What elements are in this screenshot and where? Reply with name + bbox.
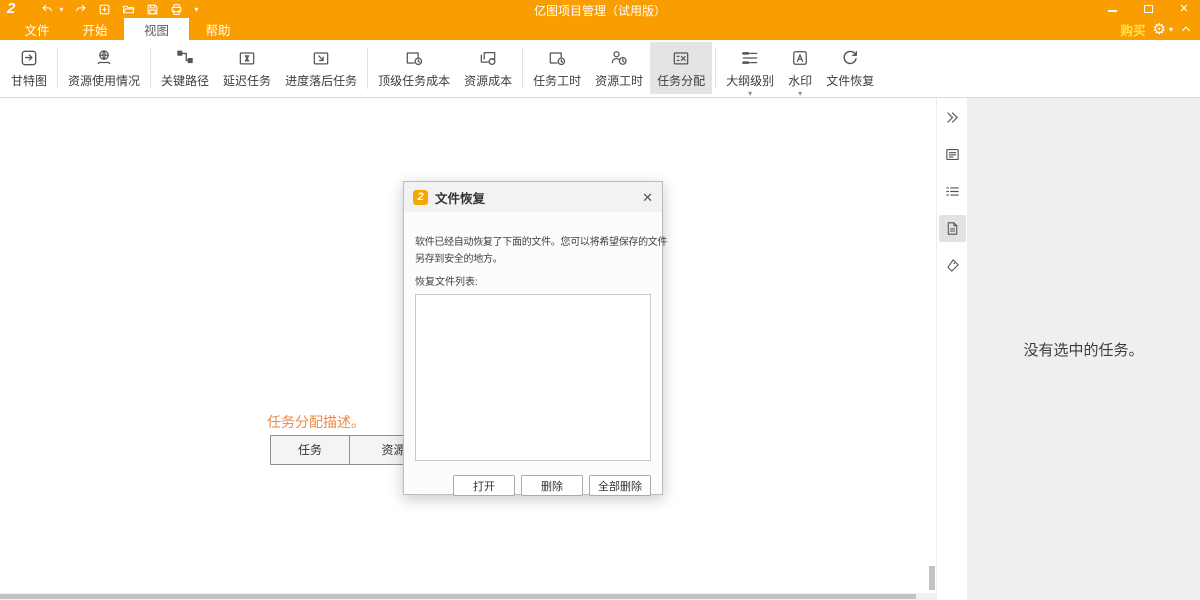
- ribbon-button-label: 文件恢复: [826, 72, 874, 89]
- bulleted-list-icon: [944, 183, 961, 200]
- dialog-message-line2: 另存到安全的地方。: [415, 251, 651, 268]
- tab-view[interactable]: 视图: [124, 18, 189, 40]
- buy-button[interactable]: 购买: [1121, 20, 1146, 39]
- tab-file[interactable]: 文件: [8, 18, 66, 40]
- minimize-icon: [1108, 10, 1117, 12]
- ribbon-button-delayed-tasks[interactable]: 延迟任务: [216, 42, 278, 94]
- ribbon-button-label: 资源工时: [595, 72, 643, 89]
- dialog-message-line1: 软件已经自动恢复了下面的文件。您可以将希望保存的文件: [415, 234, 651, 251]
- tab-help[interactable]: 帮助: [189, 18, 247, 40]
- behind-schedule-icon: [311, 48, 331, 68]
- info-card-icon: [944, 146, 961, 163]
- right-task-panel: 没有选中的任务。: [967, 98, 1200, 600]
- ribbon-button-critical-path[interactable]: 关键路径: [154, 42, 216, 94]
- ribbon-button-label: 关键路径: [161, 72, 209, 89]
- ribbon-button-behind-schedule-tasks[interactable]: 进度落后任务: [278, 42, 364, 94]
- panel-tab-format-brush[interactable]: [939, 252, 966, 279]
- app-logo-icon: 2: [413, 190, 428, 205]
- resource-hours-icon: [609, 48, 629, 68]
- delayed-tasks-icon: [237, 48, 257, 68]
- ribbon-button-label: 顶级任务成本: [378, 72, 450, 89]
- delete-button[interactable]: 删除: [521, 475, 583, 496]
- outline-level-icon: [740, 48, 760, 68]
- window-title: 亿图项目管理（试用版）: [0, 2, 1200, 19]
- maximize-icon: [1144, 5, 1153, 13]
- no-task-selected-message: 没有选中的任务。: [1023, 339, 1143, 360]
- close-button[interactable]: ✕: [1178, 3, 1190, 15]
- canvas-description-text[interactable]: 任务分配描述。: [267, 412, 365, 432]
- ribbon-button-watermark[interactable]: 水印 ▾: [781, 42, 819, 94]
- ribbon-tab-bar: 文件 开始 视图 帮助: [0, 18, 1200, 40]
- dropdown-caret-icon[interactable]: ▾: [748, 90, 752, 97]
- ribbon-button-top-task-cost[interactable]: 顶级任务成本: [371, 42, 457, 94]
- double-chevron-right-icon: [944, 109, 961, 126]
- ribbon-button-resource-hours[interactable]: 资源工时: [588, 42, 650, 94]
- dialog-header[interactable]: 2 文件恢复 ✕: [404, 182, 662, 212]
- recovery-list-label: 恢复文件列表:: [415, 273, 651, 288]
- ribbon-group-separator: [522, 48, 523, 89]
- ribbon-button-resource-usage[interactable]: 资源使用情况: [61, 42, 147, 94]
- ribbon-button-label: 任务工时: [533, 72, 581, 89]
- dialog-title: 文件恢复: [435, 188, 485, 207]
- collapse-ribbon-button[interactable]: [1180, 23, 1192, 35]
- panel-tab-list[interactable]: [939, 178, 966, 205]
- ribbon-group-separator: [715, 48, 716, 89]
- critical-path-icon: [175, 48, 195, 68]
- task-hours-icon: [547, 48, 567, 68]
- panel-tab-page[interactable]: [939, 215, 966, 242]
- chevron-up-icon: [1180, 23, 1192, 35]
- ribbon-button-resource-cost[interactable]: 资源成本: [457, 42, 519, 94]
- delete-all-button[interactable]: 全部删除: [589, 475, 651, 496]
- ribbon-button-outline-level[interactable]: 大纲级别 ▾: [719, 42, 781, 94]
- panel-tab-task-info[interactable]: [939, 141, 966, 168]
- titlebar: 2 ▾ ▾ 亿图项目管理（试用版）: [0, 0, 1200, 18]
- vertical-scrollbar-thumb[interactable]: [929, 566, 935, 590]
- ribbon-button-label: 大纲级别: [726, 72, 774, 89]
- dialog-close-button[interactable]: ✕: [642, 191, 653, 204]
- tab-home[interactable]: 开始: [66, 18, 124, 40]
- ribbon-button-label: 资源使用情况: [68, 72, 140, 89]
- ribbon-button-label: 任务分配: [657, 72, 705, 89]
- open-button[interactable]: 打开: [453, 475, 515, 496]
- ribbon-button-task-assignment[interactable]: 任务分配: [650, 42, 712, 94]
- ribbon-button-file-recovery[interactable]: 文件恢复: [819, 42, 881, 94]
- recovery-file-listbox[interactable]: [415, 294, 651, 461]
- ribbon-button-label: 甘特图: [11, 72, 47, 89]
- vertical-scrollbar[interactable]: [929, 98, 935, 593]
- ribbon-button-label: 水印: [788, 72, 812, 89]
- ribbon-button-gantt-chart[interactable]: 甘特图: [4, 42, 54, 94]
- top-task-cost-icon: [404, 48, 424, 68]
- right-icon-strip: [936, 98, 967, 600]
- ribbon-button-label: 延迟任务: [223, 72, 271, 89]
- horizontal-scrollbar[interactable]: [0, 593, 936, 600]
- watermark-icon: [790, 48, 810, 68]
- ribbon-group-separator: [150, 48, 151, 89]
- resource-usage-icon: [94, 48, 114, 68]
- horizontal-scrollbar-thumb[interactable]: [0, 594, 916, 599]
- ribbon-button-label: 资源成本: [464, 72, 512, 89]
- ribbon-button-task-hours[interactable]: 任务工时: [526, 42, 588, 94]
- page-document-icon: [944, 220, 961, 237]
- resource-cost-icon: [478, 48, 498, 68]
- maximize-button[interactable]: [1142, 3, 1154, 15]
- table-header-task[interactable]: 任务: [270, 435, 350, 465]
- minimize-button[interactable]: [1106, 3, 1118, 15]
- task-assignment-icon: [671, 48, 691, 68]
- gantt-icon: [19, 48, 39, 68]
- format-tag-icon: [944, 257, 961, 274]
- ribbon-toolbar: 甘特图 资源使用情况 关键路径 延迟任务 进度落后任务 顶级任务成本: [0, 40, 1200, 98]
- file-recovery-dialog: 2 文件恢复 ✕ 软件已经自动恢复了下面的文件。您可以将希望保存的文件 另存到安…: [403, 181, 663, 495]
- collapse-panel-button[interactable]: [939, 104, 966, 131]
- ribbon-button-label: 进度落后任务: [285, 72, 357, 89]
- ribbon-group-separator: [367, 48, 368, 89]
- file-recovery-icon: [840, 48, 860, 68]
- dialog-message: 软件已经自动恢复了下面的文件。您可以将希望保存的文件 另存到安全的地方。: [415, 234, 651, 268]
- dropdown-caret-icon[interactable]: ▾: [798, 90, 802, 97]
- ribbon-group-separator: [57, 48, 58, 89]
- settings-gear-icon[interactable]: ⚙: [1153, 22, 1166, 37]
- settings-dropdown-caret-icon[interactable]: ▾: [1169, 25, 1173, 34]
